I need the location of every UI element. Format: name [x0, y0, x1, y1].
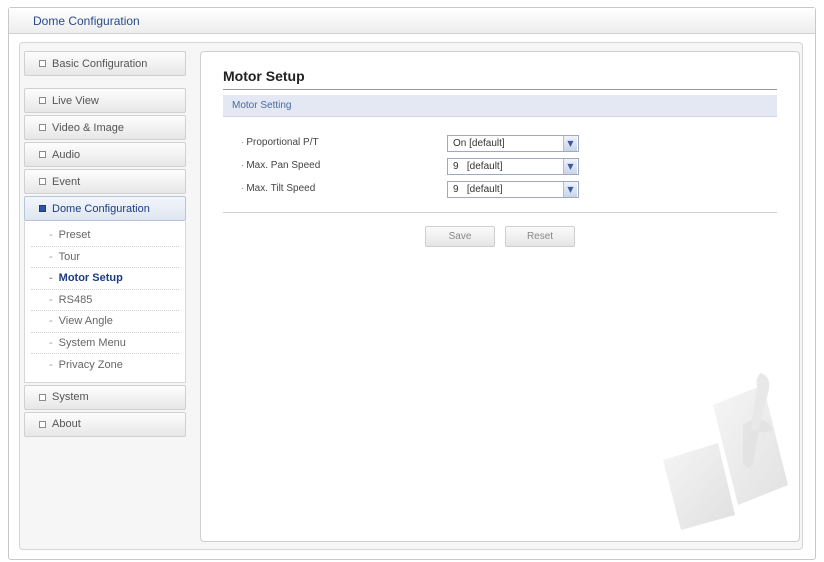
- chevron-down-icon: ▼: [563, 136, 577, 151]
- square-box-icon: [39, 97, 46, 104]
- chevron-down-icon: ▼: [563, 159, 577, 174]
- square-box-icon: [39, 60, 46, 67]
- nav-label: Event: [52, 175, 81, 188]
- subnav-view-angle[interactable]: - View Angle: [31, 311, 179, 333]
- subnav-motor-setup[interactable]: - Motor Setup: [31, 268, 179, 290]
- proportional-pt-select[interactable]: On [default] ▼: [447, 135, 579, 152]
- square-box-icon: [39, 393, 46, 401]
- dash-icon: -: [49, 250, 53, 263]
- nav-live-view[interactable]: Live View: [24, 88, 186, 113]
- sidebar: Basic Configuration Live View Video & Im…: [24, 51, 186, 439]
- page-title: Motor Setup: [223, 68, 305, 84]
- nav-label: Video & Image: [52, 121, 124, 134]
- square-box-filled-icon: [39, 205, 46, 212]
- title-divider: [223, 89, 777, 90]
- chevron-down-icon: ▼: [563, 182, 577, 197]
- wrench-icon: [663, 373, 788, 530]
- nav-label: Dome Configuration: [52, 202, 150, 215]
- nav-about[interactable]: About: [24, 411, 186, 437]
- dash-icon: -: [49, 358, 53, 371]
- nav-system[interactable]: System: [24, 384, 186, 410]
- field-label: · Proportional P/T: [241, 137, 319, 148]
- field-label: · Max. Pan Speed: [241, 160, 321, 171]
- subnav-tour[interactable]: - Tour: [31, 247, 179, 268]
- main-panel: Motor Setup Motor Setting · Proportional …: [200, 51, 800, 542]
- select-value: 9 [default]: [453, 161, 503, 172]
- nav-event[interactable]: Event: [24, 169, 186, 194]
- subnav-label: View Angle: [58, 315, 113, 328]
- nav-label: About: [52, 418, 81, 430]
- title-bar: Dome Configuration: [9, 8, 815, 34]
- dash-icon: -: [49, 272, 53, 285]
- select-value: On [default]: [453, 138, 505, 149]
- nav-basic-configuration[interactable]: Basic Configuration: [24, 51, 186, 76]
- max-pan-speed-select[interactable]: 9 [default] ▼: [447, 158, 579, 175]
- field-row-proportional-pt: · Proportional P/T On [default] ▼: [241, 135, 777, 153]
- subnav-preset[interactable]: - Preset: [31, 225, 179, 247]
- reset-button[interactable]: Reset: [505, 226, 575, 247]
- field-row-max-pan-speed: · Max. Pan Speed 9 [default] ▼: [241, 158, 777, 176]
- form-divider: [223, 212, 777, 213]
- field-label: · Max. Tilt Speed: [241, 183, 316, 194]
- subnav-privacy-zone[interactable]: - Privacy Zone: [31, 354, 179, 376]
- dash-icon: -: [49, 315, 53, 328]
- nav-label: Audio: [52, 148, 81, 161]
- subnav-rs485[interactable]: - RS485: [31, 290, 179, 311]
- dash-icon: -: [49, 293, 53, 306]
- field-row-max-tilt-speed: · Max. Tilt Speed 9 [default] ▼: [241, 181, 777, 199]
- save-button[interactable]: Save: [425, 226, 495, 247]
- dash-icon: -: [49, 336, 53, 349]
- nav-audio[interactable]: Audio: [24, 142, 186, 167]
- subnav-label: System Menu: [58, 336, 126, 349]
- section-header: Motor Setting: [223, 95, 777, 117]
- subnav-label: Preset: [58, 229, 91, 242]
- square-box-icon: [39, 124, 46, 131]
- dash-icon: -: [49, 229, 53, 242]
- max-tilt-speed-select[interactable]: 9 [default] ▼: [447, 181, 579, 198]
- nav-label: Basic Configuration: [52, 57, 148, 70]
- square-box-icon: [39, 151, 46, 158]
- nav-dome-configuration[interactable]: Dome Configuration: [24, 196, 186, 221]
- subnav-label: Motor Setup: [58, 272, 123, 285]
- subnav-label: Privacy Zone: [58, 358, 123, 371]
- window-title: Dome Configuration: [33, 14, 140, 28]
- square-box-icon: [39, 178, 46, 185]
- dome-configuration-submenu: - Preset - Tour - Motor Setup - RS485 - …: [24, 221, 186, 383]
- square-box-icon: [39, 420, 46, 428]
- select-value: 9 [default]: [453, 184, 503, 195]
- subnav-label: RS485: [58, 293, 93, 306]
- subnav-system-menu[interactable]: - System Menu: [31, 333, 179, 354]
- subnav-label: Tour: [58, 250, 81, 263]
- nav-label: Live View: [52, 94, 99, 107]
- nav-video-image[interactable]: Video & Image: [24, 115, 186, 140]
- nav-label: System: [52, 391, 89, 403]
- section-title: Motor Setting: [232, 100, 292, 111]
